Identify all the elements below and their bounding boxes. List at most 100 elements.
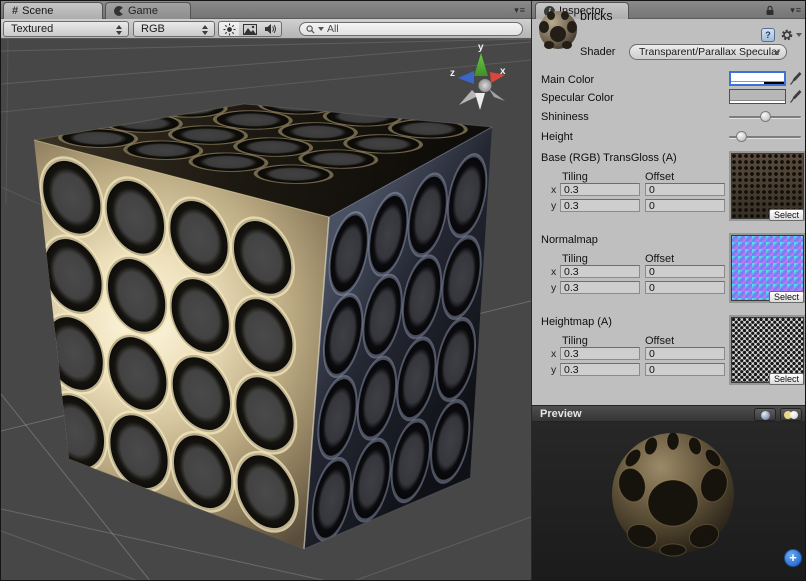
shader-caret-icon (774, 51, 780, 55)
texture-select-button[interactable]: Select (769, 209, 804, 221)
offset-y-field[interactable] (645, 199, 725, 212)
specular-color-label: Specular Color (541, 92, 614, 104)
tiling-header: Tiling (562, 253, 588, 265)
updown-arrows-icon (116, 25, 123, 35)
game-icon (114, 6, 124, 16)
axis-neg-cone[interactable] (459, 90, 478, 105)
texture-section-base: Base (RGB) TransGloss (A) Tiling Offset … (532, 151, 806, 233)
main-color-swatch[interactable] (729, 71, 786, 86)
specular-color-eyedropper-icon[interactable] (789, 89, 802, 104)
specular-color-alpha-bar (730, 100, 785, 103)
search-filter-caret-icon[interactable] (318, 27, 324, 31)
gear-menu-button[interactable] (780, 28, 802, 42)
tiling-header: Tiling (562, 171, 588, 183)
slider-handle[interactable] (736, 131, 747, 142)
texture-select-button[interactable]: Select (769, 291, 804, 303)
tab-scene-label: Scene (22, 5, 53, 17)
shader-label: Shader (580, 46, 615, 58)
height-label: Height (541, 131, 573, 143)
offset-y-field[interactable] (645, 281, 725, 294)
add-button[interactable]: + (784, 549, 802, 567)
scene-3d-canvas: y z x (1, 39, 531, 581)
preview-header: Preview (532, 405, 806, 422)
gear-icon (780, 28, 794, 42)
texture-section-title: Heightmap (A) (541, 316, 612, 328)
tab-game-label: Game (128, 5, 158, 17)
scene-panel: # Scene Game ▾≡ Textured RGB (1, 1, 531, 581)
preview-lighting-toggle[interactable] (780, 408, 802, 421)
material-name: bricks (580, 9, 613, 23)
unity-editor-window: # Scene Game ▾≡ Textured RGB (0, 0, 806, 581)
tiling-x-field[interactable] (560, 347, 640, 360)
scene-search-box (299, 22, 523, 36)
shininess-label: Shininess (541, 111, 589, 123)
texture-section-title: Base (RGB) TransGloss (A) (541, 152, 677, 164)
gizmo-center-cube[interactable] (479, 79, 492, 92)
shader-dropdown[interactable]: Transparent/Parallax Specular (629, 44, 787, 60)
offset-x-field[interactable] (645, 265, 725, 278)
shader-value: Transparent/Parallax Specular (639, 46, 780, 58)
render-mode-value: Textured (11, 23, 53, 35)
tiling-x-field[interactable] (560, 265, 640, 278)
shininess-slider[interactable] (729, 111, 801, 123)
tab-game[interactable]: Game (105, 2, 191, 19)
scene-viewport: y z x (1, 39, 531, 581)
axis-neg-cone[interactable] (489, 89, 505, 101)
y-axis-label: y (551, 364, 556, 376)
axis-z-cone[interactable] (458, 71, 474, 84)
main-color-eyedropper-icon[interactable] (789, 71, 802, 86)
help-icon[interactable]: ? (761, 28, 775, 42)
axis-y-label: y (478, 42, 484, 53)
search-input[interactable] (327, 23, 497, 35)
texture-select-button[interactable]: Select (769, 373, 804, 385)
texture-section-title: Normalmap (541, 234, 598, 246)
specular-color-swatch[interactable] (729, 89, 786, 104)
speaker-icon (264, 23, 277, 35)
offset-y-field[interactable] (645, 363, 725, 376)
x-axis-label: x (551, 266, 556, 278)
lock-icon[interactable] (765, 5, 775, 16)
main-color-label: Main Color (541, 74, 594, 86)
offset-header: Offset (645, 171, 674, 183)
tab-scene[interactable]: # Scene (3, 2, 103, 19)
material-preview-sphere[interactable] (593, 433, 753, 579)
scene-lighting-toggle[interactable] (218, 21, 240, 37)
scene-toolbar: Textured RGB (1, 19, 531, 39)
axis-gizmo[interactable]: y z x (450, 42, 506, 110)
image-icon (243, 24, 257, 35)
x-axis-label: x (551, 184, 556, 196)
axis-z-label: z (450, 68, 455, 79)
height-slider[interactable] (729, 131, 801, 143)
inspector-panel: i Inspector ▾≡ bricks ? (531, 1, 806, 581)
x-axis-label: x (551, 348, 556, 360)
scene-skybox-toggle[interactable] (239, 21, 261, 37)
search-icon (306, 25, 315, 34)
sphere-icon (761, 411, 770, 420)
updown-arrows-icon (202, 25, 209, 35)
color-channels-dropdown[interactable]: RGB (133, 21, 215, 37)
scene-panel-menu-icon[interactable]: ▾≡ (514, 5, 526, 16)
inspector-panel-menu-icon[interactable]: ▾≡ (790, 5, 802, 16)
cube-object[interactable] (34, 80, 492, 549)
tiling-x-field[interactable] (560, 183, 640, 196)
tiling-header: Tiling (562, 335, 588, 347)
material-ball-icon (538, 10, 578, 50)
tiling-y-field[interactable] (560, 363, 640, 376)
main-color-alpha-bar (731, 81, 784, 84)
preview-sphere-toggle[interactable] (754, 408, 776, 421)
scene-grid-icon: # (12, 5, 18, 17)
scene-audio-toggle[interactable] (260, 21, 282, 37)
gear-caret-icon (796, 33, 802, 37)
offset-x-field[interactable] (645, 183, 725, 196)
preview-title: Preview (540, 408, 582, 420)
tiling-y-field[interactable] (560, 281, 640, 294)
color-channels-value: RGB (141, 23, 165, 35)
preview-area: + (532, 422, 806, 581)
axis-neg-cone[interactable] (475, 93, 485, 110)
slider-handle[interactable] (760, 111, 771, 122)
render-mode-dropdown[interactable]: Textured (3, 21, 129, 37)
tiling-y-field[interactable] (560, 199, 640, 212)
y-axis-label: y (551, 282, 556, 294)
offset-x-field[interactable] (645, 347, 725, 360)
sun-icon (223, 23, 236, 36)
